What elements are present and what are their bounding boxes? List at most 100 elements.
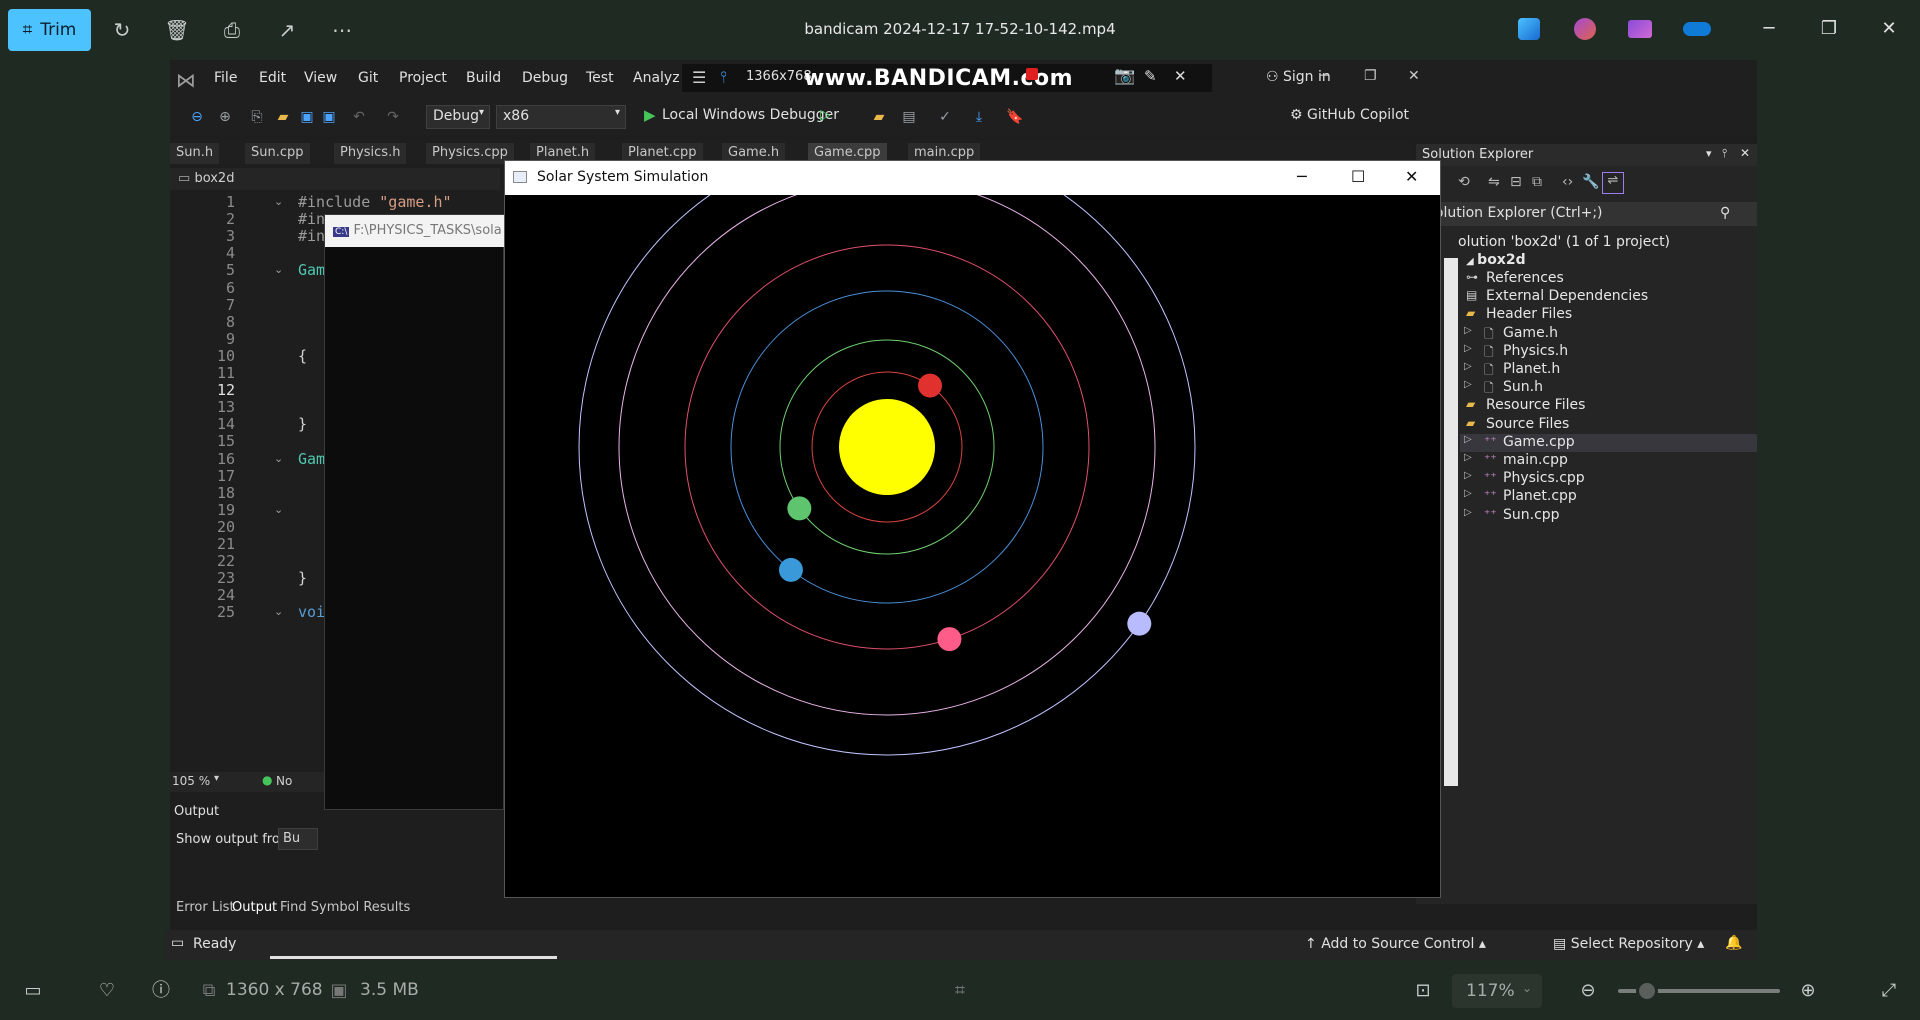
bookmark-icon[interactable]: 🔖 <box>1006 108 1024 126</box>
debugger-button[interactable]: Local Windows Debugger <box>662 107 839 123</box>
menu-file[interactable]: File <box>214 70 237 86</box>
se-collapse-icon[interactable]: ⇋ <box>1488 174 1500 190</box>
filmstrip-icon[interactable]: ▭ <box>20 978 46 1004</box>
code-line[interactable]: Gam <box>298 261 325 279</box>
fold-chevron-icon[interactable]: ⌄ <box>274 452 283 465</box>
project-collapse-icon[interactable]: ◢ <box>1466 256 1477 267</box>
code-line[interactable]: } <box>298 569 307 587</box>
zoom-level[interactable]: 105 % <box>172 774 210 788</box>
menu-edit[interactable]: Edit <box>259 70 286 86</box>
code-line[interactable]: #in <box>298 210 325 228</box>
solution-explorer-search[interactable]: Solution Explorer (Ctrl+;) ⚲ <box>1416 202 1757 226</box>
open-folder-icon[interactable]: ▰ <box>274 108 292 126</box>
designer-icon[interactable] <box>1574 18 1596 40</box>
se-dropdown-icon[interactable]: ▾ <box>1706 147 1712 160</box>
tree-item[interactable]: ▰ Header Files <box>1460 306 1757 324</box>
platform-select[interactable]: x86 ▾ <box>496 105 626 129</box>
tab-sun-cpp[interactable]: Sun.cpp <box>245 143 310 164</box>
add-to-source-control-button[interactable]: ↑ Add to Source Control ▴ <box>1305 936 1486 952</box>
menu-git[interactable]: Git <box>358 70 378 86</box>
navigation-bar[interactable]: ▭ box2d <box>170 168 500 190</box>
spellcheck-icon[interactable]: ✓ <box>936 108 954 126</box>
tree-item[interactable]: ▷ ⁺⁺ main.cpp <box>1460 452 1757 470</box>
se-scrollbar[interactable] <box>1444 258 1458 786</box>
overlay-close-icon[interactable]: ✕ <box>1174 67 1187 85</box>
se-sync-icon[interactable]: ⟲ <box>1458 174 1470 190</box>
redo-icon[interactable]: ↷ <box>384 108 402 126</box>
undo-icon[interactable]: ↶ <box>350 108 368 126</box>
search-icon[interactable]: ⚲ <box>1720 205 1730 221</box>
playback-progress[interactable] <box>270 956 557 959</box>
expand-icon[interactable]: ▷ <box>1464 325 1472 336</box>
vs-close-button[interactable]: ✕ <box>1408 68 1420 84</box>
menu-build[interactable]: Build <box>466 70 501 86</box>
expand-icon[interactable]: ▷ <box>1464 452 1472 463</box>
sim-minimize-button[interactable]: ─ <box>1297 167 1307 186</box>
console-title-bar[interactable]: C:\ F:\PHYSICS_TASKS\sola <box>325 215 505 247</box>
tree-item[interactable]: ▤ External Dependencies <box>1460 288 1757 306</box>
tree-item[interactable]: ▷ ⁺⁺ Game.cpp <box>1460 433 1757 452</box>
tree-item[interactable]: ▷ 🗋 Game.h <box>1460 325 1757 343</box>
tree-item[interactable]: ▷ ⁺⁺ Physics.cpp <box>1460 470 1757 488</box>
sim-close-button[interactable]: ✕ <box>1405 167 1418 186</box>
fold-chevron-icon[interactable]: ⌄ <box>274 195 283 208</box>
expand-icon[interactable]: ▷ <box>1464 488 1472 499</box>
select-repository-button[interactable]: ▤ Select Repository ▴ <box>1553 936 1704 952</box>
save-all-icon[interactable]: ▣ <box>320 108 338 126</box>
zoom-dropdown-icon[interactable]: ▾ <box>214 773 219 784</box>
code-line[interactable]: #include "game.h" <box>298 193 452 211</box>
output-source-select[interactable]: Bu <box>278 828 318 850</box>
solution-node[interactable]: olution 'box2d' (1 of 1 project) <box>1458 234 1670 250</box>
layout-icon[interactable]: ▤ <box>900 108 918 126</box>
code-line[interactable]: { <box>298 347 307 365</box>
expand-icon[interactable]: ▷ <box>1464 361 1472 372</box>
sim-maximize-button[interactable]: ☐ <box>1351 167 1365 186</box>
tree-item[interactable]: ▷ 🗋 Physics.h <box>1460 343 1757 361</box>
zoom-select[interactable]: 117% ⌄ <box>1452 974 1542 1008</box>
zoom-in-icon[interactable]: ⊕ <box>1795 978 1821 1004</box>
start-debug-icon[interactable]: ▶ <box>644 106 656 124</box>
expand-icon[interactable]: ▷ <box>1464 470 1472 481</box>
edit-app-icon[interactable] <box>1518 18 1540 40</box>
back-icon[interactable]: ⊖ <box>188 108 206 126</box>
expand-icon[interactable]: ▷ <box>1464 379 1472 390</box>
expand-icon[interactable]: ▷ <box>1464 434 1472 445</box>
code-line[interactable]: #in <box>298 227 325 245</box>
code-line[interactable]: } <box>298 415 307 433</box>
code-line[interactable]: Gam <box>298 450 325 468</box>
tab-physics-cpp[interactable]: Physics.cpp <box>426 143 514 164</box>
tree-item[interactable]: ▷ ⁺⁺ Sun.cpp <box>1460 507 1757 525</box>
menu-debug[interactable]: Debug <box>522 70 568 86</box>
code-line[interactable]: voi <box>298 603 325 621</box>
fit-screen-icon[interactable]: ⊡ <box>1410 978 1436 1004</box>
tree-item[interactable]: ▰ Resource Files <box>1460 397 1757 415</box>
tree-item[interactable]: ▰ Source Files <box>1460 416 1757 434</box>
project-node[interactable]: ◢ box2d <box>1466 252 1526 268</box>
menu-lines-icon[interactable]: ☰ <box>692 68 706 87</box>
configuration-select[interactable]: Debug ▾ <box>426 105 490 129</box>
restore-button[interactable]: ❐ <box>1809 14 1849 44</box>
vs-minimize-button[interactable]: ─ <box>1320 68 1328 84</box>
fold-chevron-icon[interactable]: ⌄ <box>274 503 283 516</box>
onedrive-icon[interactable] <box>1683 22 1711 36</box>
menu-project[interactable]: Project <box>399 70 447 86</box>
expand-icon[interactable]: ▷ <box>1464 343 1472 354</box>
tree-item[interactable]: ▷ 🗋 Planet.h <box>1460 361 1757 379</box>
minimize-button[interactable]: ─ <box>1749 14 1789 44</box>
fold-chevron-icon[interactable]: ⌄ <box>274 605 283 618</box>
step-icon[interactable]: ⤓ <box>970 108 988 126</box>
se-close-icon[interactable]: ✕ <box>1740 146 1750 160</box>
save-icon[interactable]: ▣ <box>298 108 316 126</box>
menu-analyze[interactable]: Analyz <box>633 70 680 86</box>
clipchamp-icon[interactable] <box>1628 20 1652 38</box>
se-pin-icon[interactable]: ⫯ <box>1722 146 1727 161</box>
menu-test[interactable]: Test <box>586 70 614 86</box>
vs-restore-button[interactable]: ❐ <box>1364 68 1377 84</box>
tree-item[interactable]: ▷ 🗋 Sun.h <box>1460 379 1757 397</box>
issues-label[interactable]: No <box>276 774 292 788</box>
se-properties-icon[interactable]: 🔧 <box>1582 174 1599 190</box>
notifications-icon[interactable]: 🔔 <box>1725 935 1742 951</box>
tab-sun-h[interactable]: Sun.h <box>170 143 220 164</box>
zoom-out-icon[interactable]: ⊖ <box>1575 978 1601 1004</box>
se-preview-icon[interactable]: ⇌ <box>1602 172 1624 194</box>
